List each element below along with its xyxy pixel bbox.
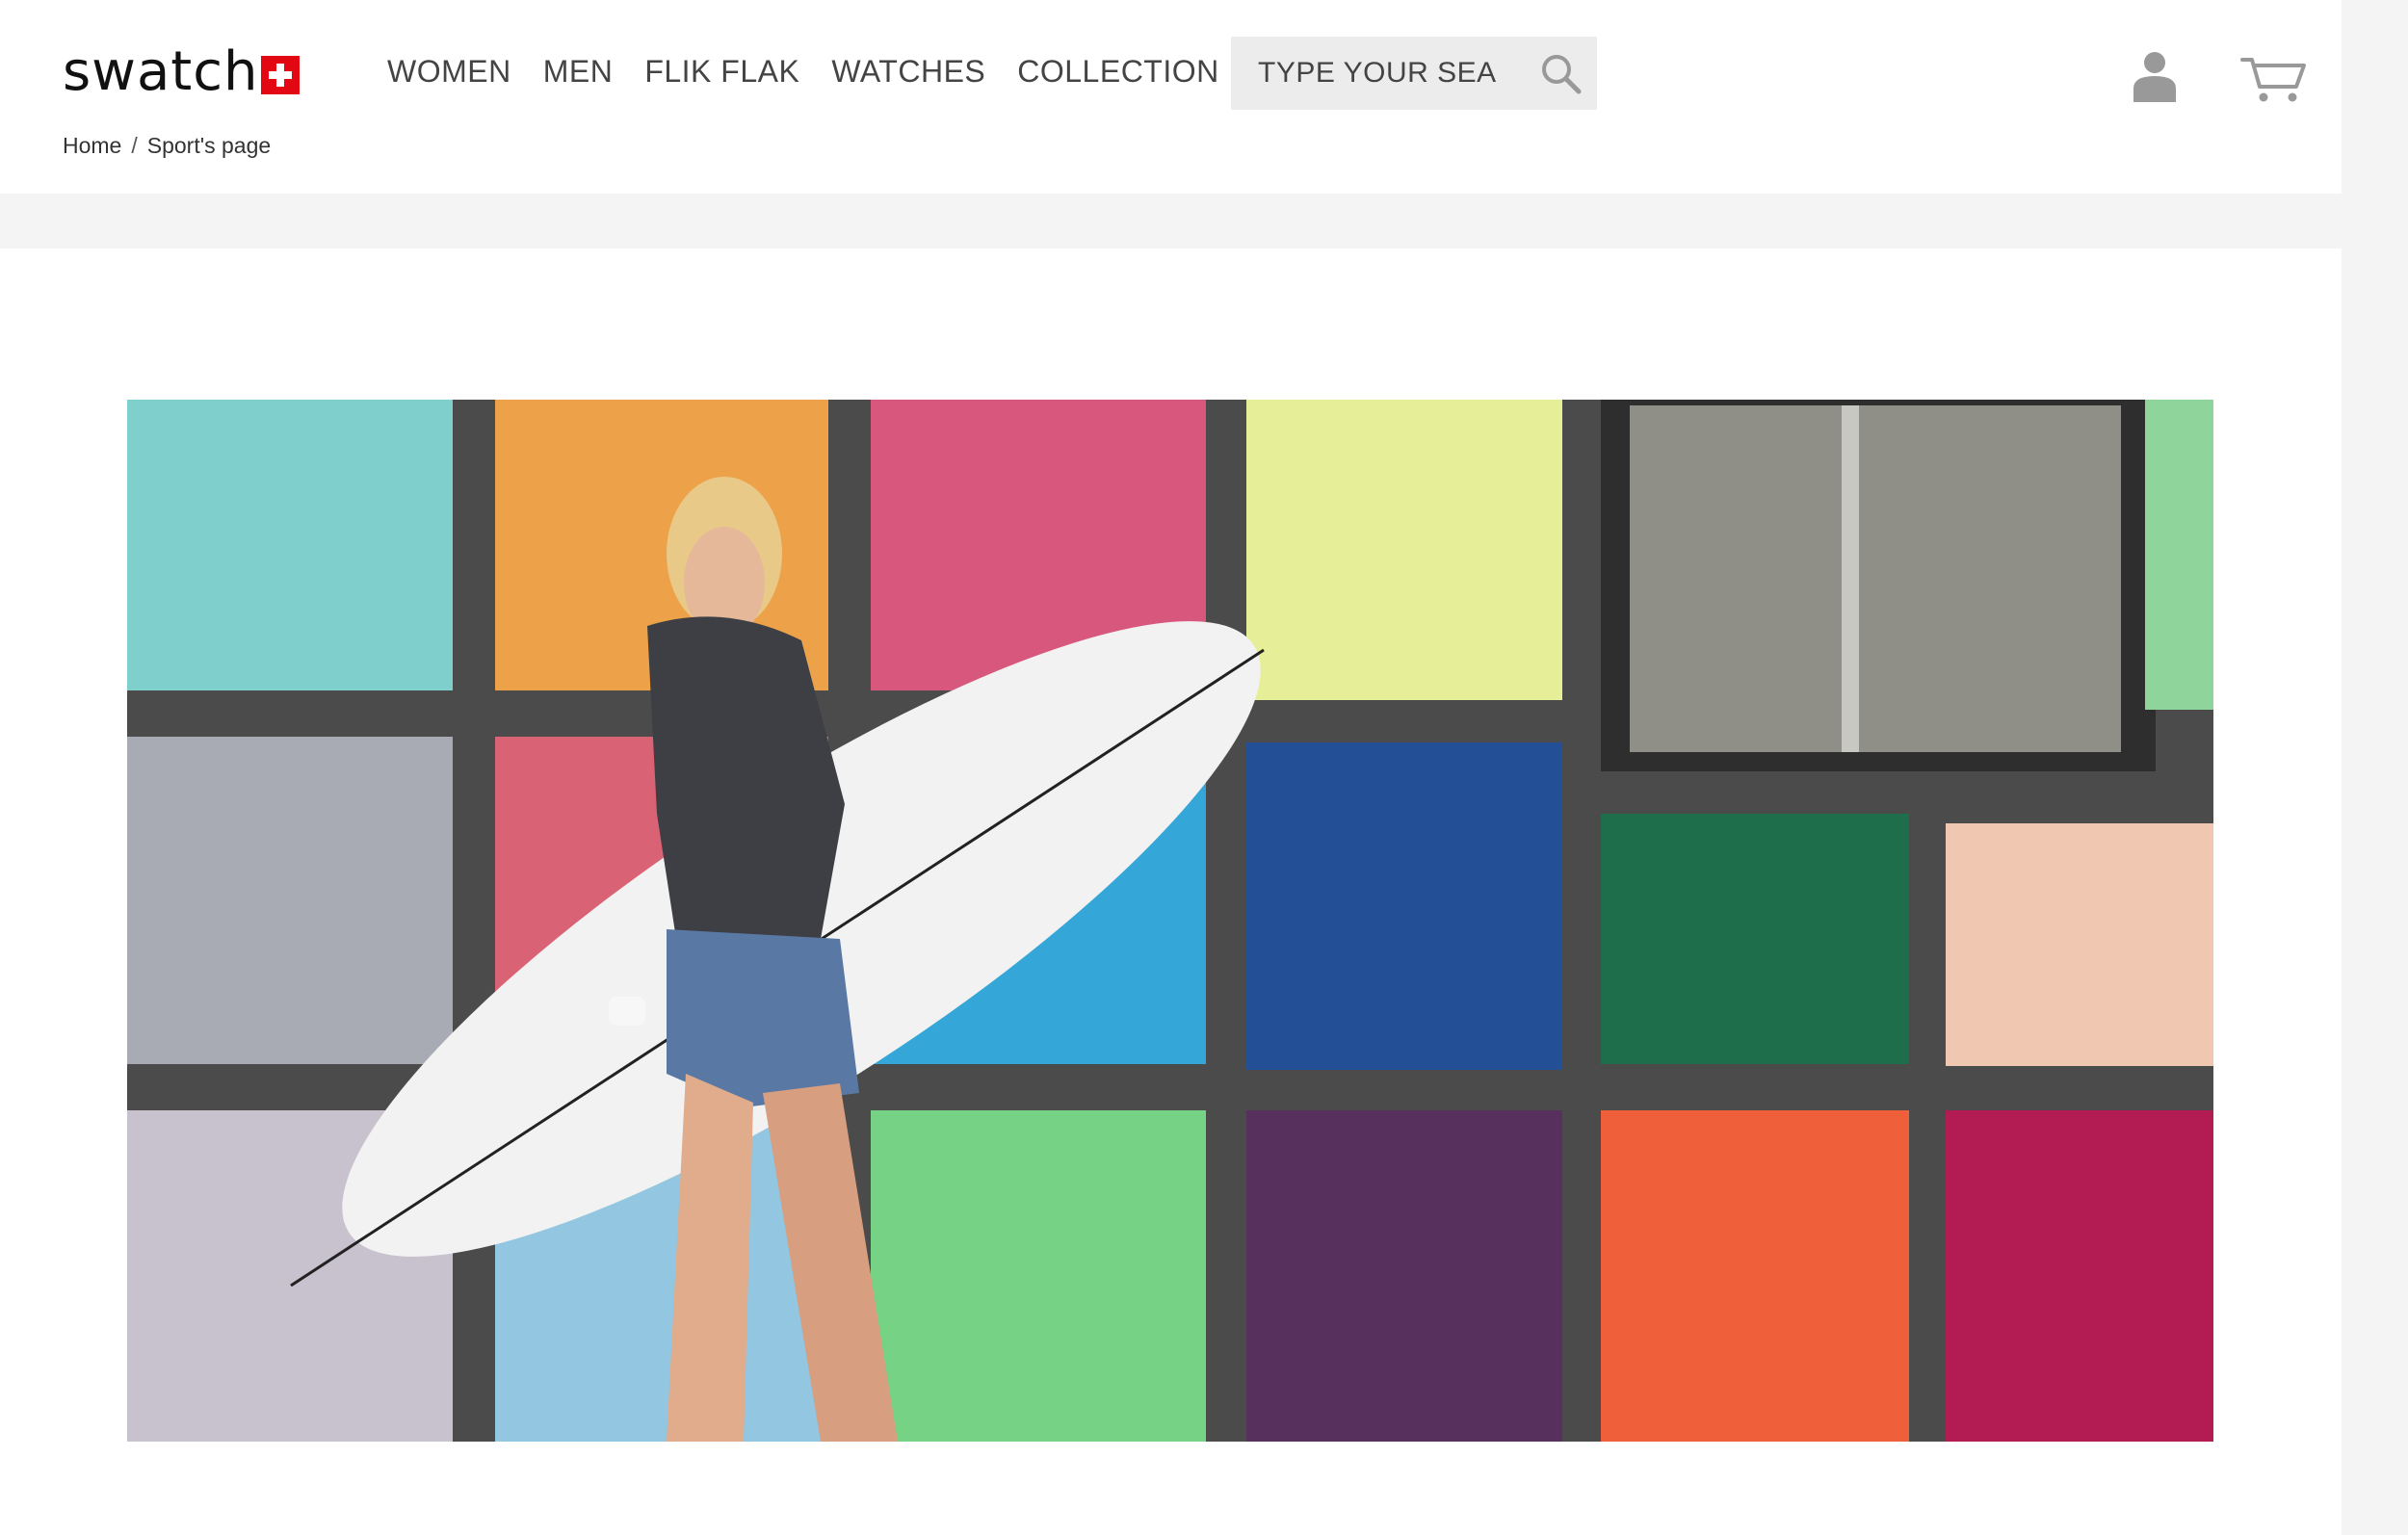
breadcrumb-separator: / [131,133,138,158]
breadcrumb-home[interactable]: Home [63,133,121,159]
hero-illustration [127,400,2213,1442]
swatch-logo[interactable]: swatch [63,43,300,101]
nav-item-flik-flak[interactable]: FLIK FLAK [644,54,799,90]
header-divider-band [0,194,2342,248]
nav-item-women[interactable]: WOMEN [387,54,511,90]
breadcrumb: Home / Sport's page [63,133,271,159]
nav-item-watches[interactable]: WATCHES [831,54,985,90]
swiss-cross-icon [260,56,300,94]
search-box [1231,37,1597,110]
breadcrumb-current: Sport's page [146,133,272,158]
site-header: swatch WOMEN MEN FLIK FLAK WATCHES COLLE… [0,0,2342,194]
cart-icon[interactable] [2240,54,2308,104]
user-icon[interactable] [2131,50,2179,102]
nav-item-men[interactable]: MEN [543,54,614,90]
search-icon[interactable] [1537,50,1584,96]
main-nav: WOMEN MEN FLIK FLAK WATCHES COLLECTION [387,54,1251,90]
scroll-gutter [2342,0,2408,1535]
nav-item-collection[interactable]: COLLECTION [1017,54,1218,90]
search-input[interactable] [1258,57,1499,90]
logo-wordmark: swatch [63,40,259,103]
hero-image [127,400,2213,1442]
